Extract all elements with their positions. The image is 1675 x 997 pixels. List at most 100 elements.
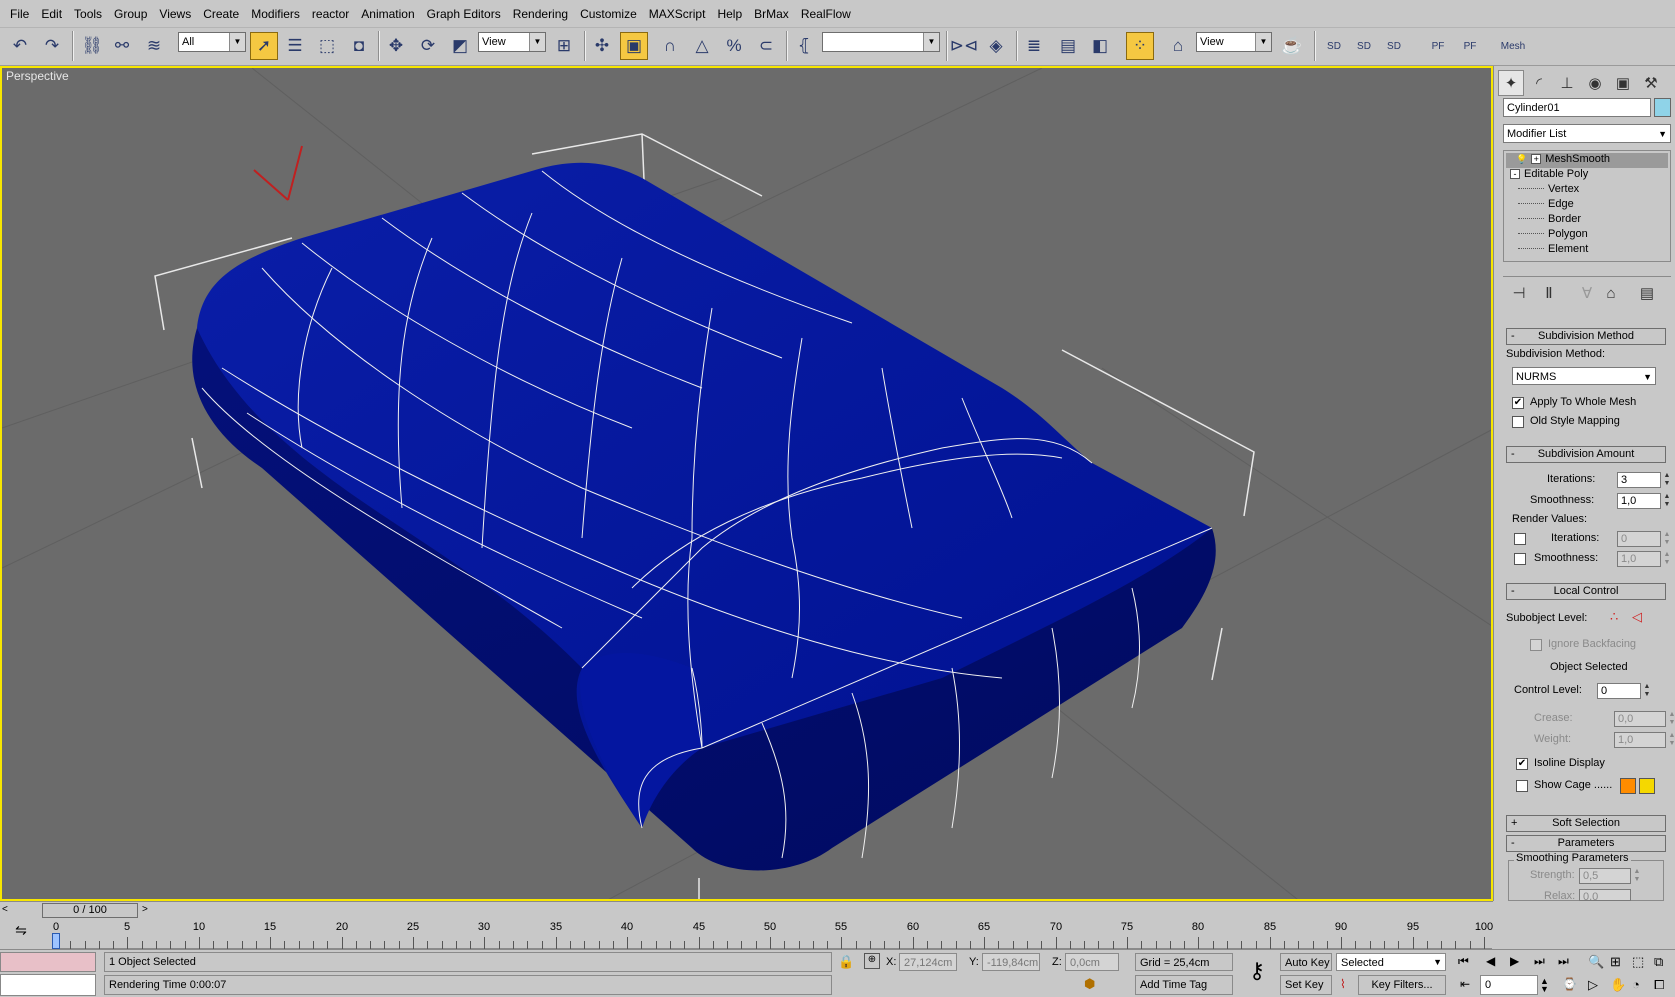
scale-icon[interactable]: ◩	[446, 32, 474, 60]
arc-rotate-icon[interactable]: ◔	[1632, 977, 1640, 992]
auto-key-button[interactable]: Auto Key	[1280, 953, 1332, 971]
go-to-end-icon[interactable]: ⏭	[1558, 954, 1569, 969]
perspective-viewport[interactable]: Perspective	[0, 66, 1493, 901]
menu-item-views[interactable]: Views	[153, 0, 197, 28]
weight-spinner[interactable]: 1,0	[1614, 732, 1666, 748]
curve-editor-icon[interactable]: ▤	[1054, 32, 1082, 60]
vertex-subobject-icon[interactable]: ∴	[1610, 609, 1618, 625]
viewport-label[interactable]: Perspective	[6, 69, 69, 83]
show-cage-checkbox[interactable]	[1516, 780, 1528, 792]
mini-curve-editor-icon[interactable]: ⇋	[10, 922, 32, 944]
subdiv-method-dropdown[interactable]: NURMS ▼	[1512, 367, 1656, 385]
old-style-mapping-checkbox[interactable]	[1512, 416, 1524, 428]
time-slider-thumb[interactable]: 0 / 100	[42, 903, 138, 918]
frame-ruler[interactable]: 0 5 10 15 20 25 30 35 40 45 50 55 60 65 70 75 80 85 90 95 10…	[52, 919, 1493, 949]
menu-item-brmax[interactable]: BrMax	[748, 0, 795, 28]
set-key-button[interactable]: Set Key	[1280, 975, 1332, 995]
angle-snap-icon[interactable]: △	[688, 32, 716, 60]
spinner-arrows-icon[interactable]: ▲ ▼	[1667, 711, 1675, 727]
stack-item-element[interactable]: Element	[1506, 243, 1668, 258]
ref-coord-dropdown[interactable]: View ▼	[478, 32, 546, 52]
apply-whole-mesh-checkbox[interactable]: ✔	[1512, 397, 1524, 409]
pin-stack-icon[interactable]: ⊣	[1506, 280, 1532, 306]
stack-item-meshsmooth[interactable]: 💡 + MeshSmooth	[1506, 153, 1668, 168]
menu-item-file[interactable]: File	[4, 0, 35, 28]
expand-toggle-icon[interactable]: -	[1510, 169, 1520, 179]
display-tab-icon[interactable]: ▣	[1610, 70, 1636, 96]
create-tab-icon[interactable]: ✦	[1498, 70, 1524, 96]
configure-sets-icon[interactable]: ▤	[1634, 280, 1660, 306]
sd-tool-2-icon[interactable]: SD	[1350, 32, 1378, 60]
pf-tool-2-icon[interactable]: PF	[1456, 32, 1484, 60]
modify-tab-icon[interactable]: ◜	[1526, 70, 1552, 96]
schematic-view-icon[interactable]: ◧	[1086, 32, 1114, 60]
select-manipulate-icon[interactable]: ✣	[588, 32, 616, 60]
control-level-spinner[interactable]: 0	[1597, 683, 1641, 699]
go-to-start-icon[interactable]: ⏮	[1458, 954, 1469, 969]
keyboard-shortcut-override-icon[interactable]: ▣	[620, 32, 648, 60]
remove-modifier-icon[interactable]: ⌂	[1598, 280, 1624, 306]
time-prev-icon[interactable]: <	[2, 904, 8, 915]
stack-item-vertex[interactable]: Vertex	[1506, 183, 1668, 198]
absolute-mode-icon[interactable]: ⊕	[864, 953, 880, 969]
stack-item-border[interactable]: Border	[1506, 213, 1668, 228]
modifier-on-toggle-icon[interactable]: +	[1531, 154, 1542, 164]
key-mode-dropdown[interactable]: Selected ▼	[1336, 953, 1446, 971]
edit-named-selection-icon[interactable]: ⦃	[790, 32, 818, 60]
time-tag-icon[interactable]: ⬢	[1084, 976, 1095, 992]
isoline-display-checkbox[interactable]: ✔	[1516, 758, 1528, 770]
smoothness-spinner[interactable]: 1,0	[1617, 493, 1661, 509]
spinner-arrows-icon[interactable]: ▲ ▼	[1642, 683, 1652, 699]
rollout-subdivision-method[interactable]: - Subdivision Method	[1506, 328, 1666, 345]
rollout-soft-selection[interactable]: + Soft Selection	[1506, 815, 1666, 832]
play-icon[interactable]: ▶︎	[1510, 954, 1519, 968]
stack-item-editable-poly[interactable]: - Editable Poly	[1506, 168, 1668, 183]
zoom-extents-icon[interactable]: ⬚	[1632, 954, 1644, 970]
mesh-tool-icon[interactable]: Mesh	[1496, 32, 1530, 60]
rollout-parameters[interactable]: - Parameters	[1506, 835, 1666, 852]
spinner-snap-icon[interactable]: ⊂	[752, 32, 780, 60]
window-crossing-icon[interactable]: ◘	[345, 32, 373, 60]
menu-item-customize[interactable]: Customize	[574, 0, 643, 28]
key-tangent-icon[interactable]: ⌇	[1340, 977, 1346, 991]
menu-item-modifiers[interactable]: Modifiers	[245, 0, 306, 28]
spinner-arrows-icon[interactable]: ▲ ▼	[1540, 977, 1549, 994]
modifier-list-dropdown[interactable]: Modifier List ▼	[1503, 124, 1671, 143]
rect-selection-icon[interactable]: ⬚	[313, 32, 341, 60]
field-of-view-icon[interactable]: ▷	[1588, 977, 1598, 993]
align-icon[interactable]: ◈	[982, 32, 1010, 60]
bind-space-warp-icon[interactable]: ≋	[140, 32, 168, 60]
rollout-local-control[interactable]: - Local Control	[1506, 583, 1666, 600]
menu-item-group[interactable]: Group	[108, 0, 153, 28]
cage-color-swatch-2[interactable]	[1639, 778, 1655, 794]
time-slider[interactable]: < 0 / 100 >	[0, 901, 1493, 919]
object-name-field[interactable]: Cylinder01	[1503, 98, 1651, 117]
named-selection-dropdown[interactable]: ▼	[822, 32, 940, 52]
spinner-arrows-icon[interactable]: ▲ ▼	[1662, 551, 1672, 567]
rollout-subdivision-amount[interactable]: - Subdivision Amount	[1506, 446, 1666, 463]
add-time-tag-button[interactable]: Add Time Tag	[1135, 975, 1233, 995]
menu-item-help[interactable]: Help	[711, 0, 748, 28]
render-iterations-checkbox[interactable]	[1514, 533, 1526, 545]
select-and-link-icon[interactable]: ⛓	[78, 32, 106, 60]
select-object-icon[interactable]: ➚	[250, 32, 278, 60]
stack-item-polygon[interactable]: Polygon	[1506, 228, 1668, 243]
current-frame-field[interactable]: 0	[1480, 975, 1538, 995]
menu-item-create[interactable]: Create	[197, 0, 245, 28]
next-frame-icon[interactable]: ⏭	[1534, 954, 1545, 969]
redo-icon[interactable]: ↷	[38, 32, 66, 60]
show-end-result-icon[interactable]: Ⅱ	[1536, 280, 1562, 306]
time-configuration-icon[interactable]: ⌚	[1562, 977, 1577, 991]
ignore-backfacing-checkbox[interactable]	[1530, 639, 1542, 651]
snaps-toggle-icon[interactable]: ∩	[656, 32, 684, 60]
spinner-arrows-icon[interactable]: ▲ ▼	[1662, 493, 1672, 509]
zoom-icon[interactable]: 🔍	[1588, 954, 1604, 970]
mirror-icon[interactable]: ⊳⊲	[950, 32, 979, 60]
material-editor-icon[interactable]: ⁘	[1126, 32, 1154, 60]
y-coordinate-field[interactable]: -119,84cm	[982, 953, 1040, 971]
crease-spinner[interactable]: 0,0	[1614, 711, 1666, 727]
zoom-all-icon[interactable]: ⊞	[1610, 954, 1621, 970]
render-view-dropdown[interactable]: View ▼	[1196, 32, 1272, 52]
menu-item-realflow[interactable]: RealFlow	[795, 0, 857, 28]
key-mode-toggle-icon[interactable]: ⇤	[1460, 977, 1470, 991]
